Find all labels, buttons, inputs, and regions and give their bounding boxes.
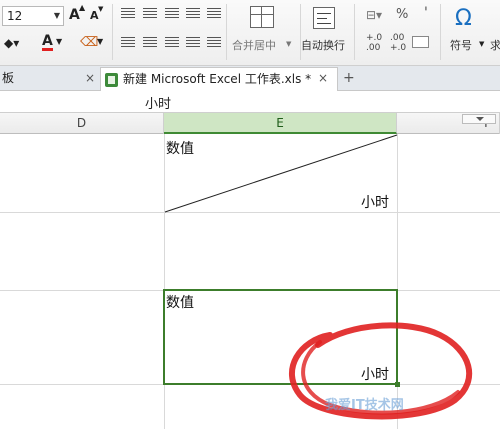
watermark: 我爱IT技术网 — [325, 398, 404, 413]
annotation-circle — [288, 322, 473, 420]
